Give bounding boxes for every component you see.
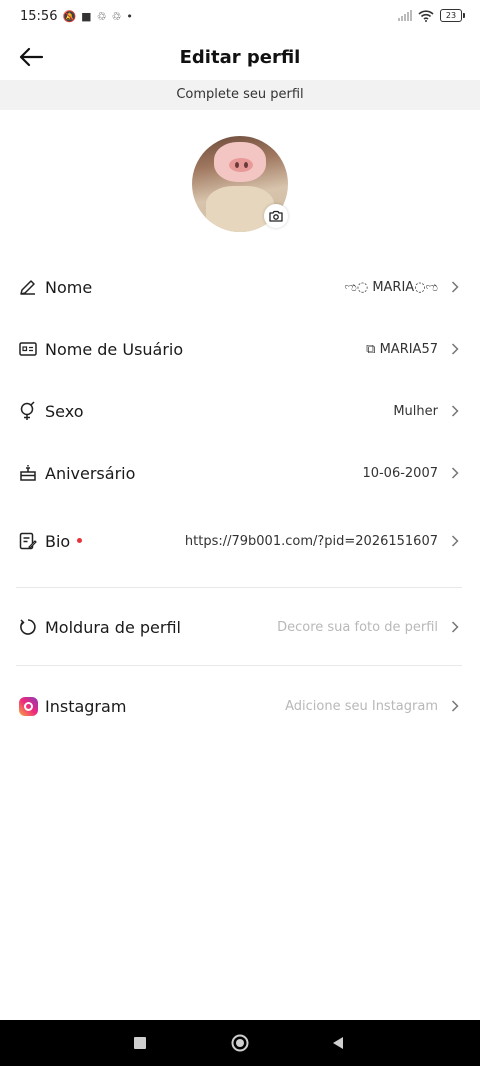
row-label-gender: Sexo — [45, 401, 84, 421]
row-birthday[interactable]: Aniversário 10-06-2007 — [0, 453, 480, 493]
divider — [16, 587, 462, 588]
edit-note-icon — [18, 531, 38, 551]
row-bio[interactable]: Bio https://79b001.com/?pid=2026151607 — [0, 521, 480, 561]
video-icon: ■ — [81, 10, 92, 23]
row-label-name: Nome — [45, 277, 93, 297]
circle-icon — [231, 1034, 249, 1052]
divider — [16, 665, 462, 666]
chevron-right-icon — [448, 342, 462, 356]
square-icon — [134, 1037, 146, 1049]
row-label-username: Nome de Usuário — [45, 339, 184, 359]
battery-icon: 23 — [440, 9, 465, 22]
camera-icon — [269, 210, 283, 222]
row-label-profile-frame: Moldura de perfil — [45, 617, 181, 637]
recents-button[interactable] — [129, 1032, 151, 1054]
status-bar: 15:56 🔕 ■ ♲ ♲ • 23 — [0, 0, 480, 34]
row-gender[interactable]: Sexo Mulher — [0, 391, 480, 431]
complete-profile-banner[interactable]: Complete seu perfil — [0, 80, 480, 110]
avatar-container[interactable] — [192, 136, 288, 232]
signal-icon — [398, 10, 412, 21]
camera-button[interactable] — [264, 204, 288, 228]
chevron-right-icon — [448, 280, 462, 294]
mute-icon: 🔕 — [62, 10, 77, 23]
row-value-instagram: Adicione seu Instagram — [285, 698, 438, 714]
row-value-bio: https://79b001.com/?pid=2026151607 — [184, 533, 438, 549]
back-nav-button[interactable] — [327, 1032, 349, 1054]
chevron-right-icon — [448, 404, 462, 418]
chevron-right-icon — [448, 620, 462, 634]
chevron-right-icon — [448, 534, 462, 548]
row-instagram[interactable]: Instagram Adicione seu Instagram — [0, 686, 480, 726]
home-button[interactable] — [229, 1032, 251, 1054]
pencil-icon — [18, 277, 38, 297]
gender-icon — [18, 401, 38, 421]
row-value-birthday: 10-06-2007 — [362, 465, 438, 481]
row-value-username: ⧉ MARIA57 — [366, 341, 438, 357]
page-title: Editar perfil — [179, 47, 301, 68]
id-card-icon — [18, 339, 38, 359]
row-value-profile-frame: Decore sua foto de perfil — [277, 619, 438, 635]
system-nav-bar — [0, 1020, 480, 1066]
sync-icon: ♲ — [111, 10, 122, 23]
sync-icon: ♲ — [96, 10, 107, 23]
row-label-bio: Bio — [45, 532, 83, 551]
instagram-icon — [18, 696, 38, 716]
cake-icon — [18, 463, 38, 483]
unread-dot — [77, 537, 83, 543]
chevron-right-icon — [448, 466, 462, 480]
row-name[interactable]: Nome ಌ◌ MARIA◌ಌ — [0, 267, 480, 307]
header: Editar perfil — [0, 34, 480, 80]
status-time: 15:56 — [20, 9, 58, 24]
row-value-gender: Mulher — [393, 403, 438, 419]
triangle-back-icon — [333, 1037, 343, 1049]
row-label-birthday: Aniversário — [45, 463, 136, 483]
dot-icon: • — [126, 10, 133, 23]
row-value-name: ಌ◌ MARIA◌ಌ — [344, 279, 438, 295]
wifi-icon — [418, 9, 434, 22]
row-label-instagram: Instagram — [45, 696, 127, 716]
row-username[interactable]: Nome de Usuário ⧉ MARIA57 — [0, 329, 480, 369]
row-profile-frame[interactable]: Moldura de perfil Decore sua foto de per… — [0, 607, 480, 647]
refresh-icon — [18, 617, 38, 637]
chevron-right-icon — [448, 699, 462, 713]
